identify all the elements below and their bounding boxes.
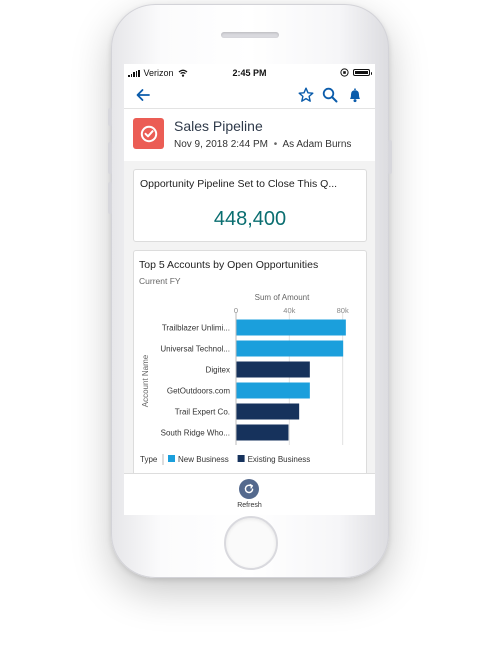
bar [236,340,344,357]
app-screen: Verizon 2:45 PM Sales Pipeline Nov 9, 20… [124,64,375,515]
power-button [388,140,392,174]
mute-switch [108,108,112,126]
category-label: Trail Expert Co. [175,408,230,417]
bottom-toolbar: Refresh [124,473,375,515]
category-label: Digitex [206,366,230,375]
status-bar: Verizon 2:45 PM [124,64,375,82]
arrow-left-icon[interactable] [134,86,152,104]
legend-label: Existing Business [248,455,311,464]
refresh-label: Refresh [237,502,262,509]
x-tick-label: 40k [283,306,295,315]
bar [236,382,310,399]
meta-separator: • [273,139,278,150]
volume-up-button [108,142,112,174]
metric-card[interactable]: Opportunity Pipeline Set to Close This Q… [133,169,367,242]
metric-value: 448,400 [213,208,287,230]
bar [236,403,300,420]
metric-title: Opportunity Pipeline Set to Close This Q… [140,178,338,190]
bar [236,319,346,336]
legend-title: Type [140,455,158,464]
x-axis-title: Sum of Amount [255,293,310,302]
volume-down-button [108,182,112,214]
search-icon[interactable] [321,86,339,104]
page-title: Sales Pipeline [174,118,263,134]
refresh-button[interactable] [239,479,259,499]
y-axis-title: Account Name [141,354,150,407]
star-icon[interactable] [297,86,315,104]
bar [236,361,310,378]
dashboard-header: Sales Pipeline Nov 9, 2018 2:44 PM • As … [124,109,375,161]
bar [236,424,289,441]
nav-bar [124,82,375,109]
dashboard-meta: Nov 9, 2018 2:44 PM • As Adam Burns [174,139,351,150]
home-button[interactable] [224,516,278,570]
legend-label: New Business [178,455,229,464]
refresh-date: Nov 9, 2018 2:44 PM [174,139,268,150]
category-label: Trailblazer Unlimi... [162,324,230,333]
x-tick-label: 80k [337,306,349,315]
legend-swatch [168,455,175,462]
run-as-user: As Adam Burns [282,139,352,150]
category-label: Universal Technol... [160,345,230,354]
refresh-icon [244,483,254,494]
orientation-lock-icon [340,68,349,77]
bar-chart: Sum of Amount0 40k 80kAccount NameTrailbla… [140,293,349,465]
category-label: GetOutdoors.com [167,387,230,396]
chart-card[interactable]: Top 5 Accounts by Open Opportunities Cur… [133,250,367,490]
speaker-grille [221,32,279,38]
clock: 2:45 PM [232,68,267,78]
gauge-icon [133,118,164,149]
bell-icon[interactable] [346,86,364,104]
category-label: South Ridge Who... [161,429,230,438]
battery-icon [353,69,372,76]
legend-swatch [237,455,245,462]
